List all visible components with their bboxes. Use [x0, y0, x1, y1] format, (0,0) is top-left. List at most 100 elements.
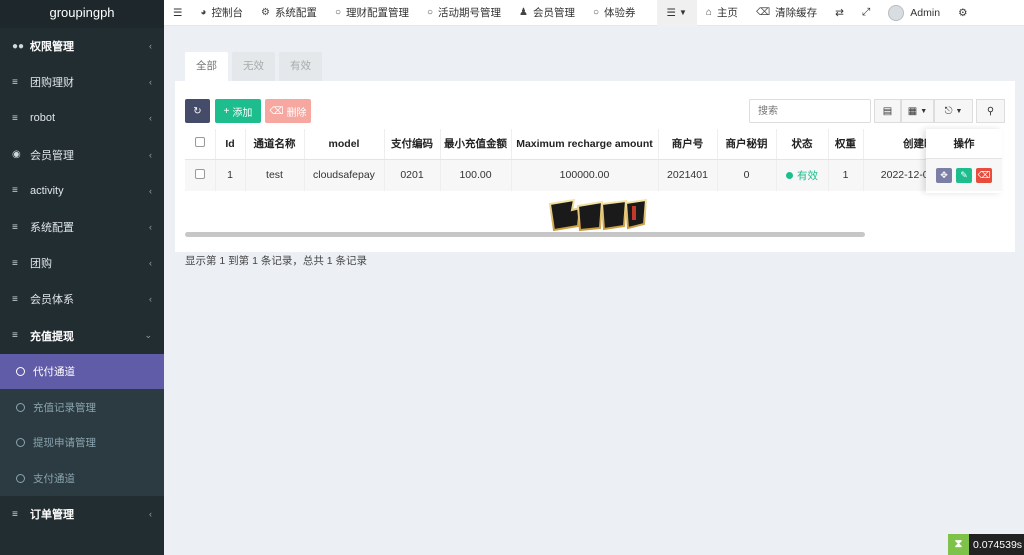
sidebar-item-orders[interactable]: ≡ 订单管理 ‹ [0, 496, 164, 532]
sidebar-toggle-button[interactable]: ☰ [164, 0, 191, 26]
clear-cache-button[interactable]: ⌫ 清除缓存 [747, 0, 826, 26]
delete-button-label: 删除 [286, 107, 307, 119]
debug-logo-icon: ⧗ [948, 534, 969, 555]
user-menu[interactable]: Admin [879, 0, 949, 26]
sidebar-subitem-label: 提现申请管理 [33, 437, 96, 450]
translate-button[interactable]: ⇄ [826, 0, 853, 26]
select-all-header[interactable] [185, 129, 216, 160]
sidebar-item-label: 会员体系 [30, 294, 74, 307]
cell-id: 1 [215, 159, 246, 191]
nav-tab-label: 体验券 [604, 7, 636, 19]
sidebar-subitem-recharge-records[interactable]: 充值记录管理 [0, 389, 164, 425]
search-input[interactable] [749, 99, 871, 123]
trash-icon: ⌫ [977, 169, 991, 180]
horizontal-scrollbar[interactable] [185, 232, 865, 237]
drag-button[interactable]: ✥ [936, 167, 952, 183]
cell-merchant-secret: 0 [717, 159, 777, 191]
refresh-button[interactable]: ↻ [185, 99, 210, 123]
tab-valid[interactable]: 有效 [279, 52, 322, 81]
circle-icon [16, 438, 25, 448]
edit-button[interactable]: ✎ [956, 167, 972, 183]
row-checkbox[interactable] [194, 168, 205, 179]
status-badge: 有效 [797, 169, 818, 182]
chevron-left-icon: ‹ [149, 113, 152, 124]
nav-tab-dashboard[interactable]: ◕ 控制台 [191, 0, 252, 26]
sidebar-subitem-label: 代付通道 [33, 365, 75, 378]
fullscreen-button[interactable]: ⤢ [853, 0, 879, 26]
nav-tab-label: 控制台 [211, 7, 243, 19]
sidebar-item-label: 会员管理 [30, 149, 74, 162]
home-link[interactable]: ⌂ 主页 [697, 0, 747, 26]
list-icon: ≡ [12, 508, 18, 520]
cell-status[interactable]: 有效 [776, 159, 829, 191]
nav-tab-system-config[interactable]: ⚙ 系统配置 [252, 0, 326, 26]
chevron-left-icon: ‹ [149, 185, 152, 196]
export-dropdown-button[interactable]: ⎋ ▼ [934, 99, 973, 123]
toggle-view-button[interactable]: ▤ [874, 99, 901, 123]
search-button[interactable]: ⚲ [976, 99, 1005, 123]
sidebar-subitem-withdraw-requests[interactable]: 提现申请管理 [0, 425, 164, 461]
column-header[interactable]: 商户秘钥 [717, 129, 777, 160]
column-header[interactable]: 支付编码 [384, 129, 441, 160]
column-header[interactable]: Maximum recharge amount [511, 129, 659, 160]
sidebar-subitem-payment-channel[interactable]: 支付通道 [0, 460, 164, 496]
sidebar-item-recharge-withdraw[interactable]: ≡ 充值提现 ⌄ [0, 318, 164, 354]
columns-dropdown-button[interactable]: ▦ ▼ [901, 99, 934, 123]
column-header[interactable]: 最小充值金额 [440, 129, 512, 160]
sidebar-item-robot[interactable]: ≡ robot ‹ [0, 100, 164, 136]
circle-icon: ○ [334, 7, 341, 18]
cell-merchant-no: 2021401 [658, 159, 718, 191]
sidebar-subitem-label: 支付通道 [33, 472, 75, 485]
list-icon: ≡ [12, 257, 18, 269]
brand-logo[interactable]: groupingph [0, 0, 164, 28]
chevron-left-icon: ‹ [149, 77, 152, 88]
select-all-checkbox[interactable] [194, 137, 205, 148]
column-header[interactable]: model [304, 129, 385, 160]
tab-all[interactable]: 全部 [185, 52, 228, 81]
sidebar-item-system-config[interactable]: ≡ 系统配置 ‹ [0, 209, 164, 245]
sidebar-item-group-finance[interactable]: ≡ 团购理财 ‹ [0, 64, 164, 100]
delete-button[interactable]: ⌫ 删除 [265, 99, 311, 123]
avatar [888, 4, 905, 21]
sidebar-item-permissions[interactable]: ●● 权限管理 ‹ [0, 28, 164, 64]
watermark-logo [548, 198, 648, 232]
tab-invalid[interactable]: 无效 [232, 52, 275, 81]
refresh-icon: ↻ [193, 105, 202, 117]
translate-icon: ⇄ [835, 6, 844, 19]
row-delete-button[interactable]: ⌫ [976, 167, 992, 183]
row-select-cell[interactable] [185, 159, 216, 191]
user-name: Admin [910, 6, 941, 19]
status-dot [786, 172, 793, 180]
load-timer: ⧗ 0.074539s [948, 534, 1024, 555]
column-header-operations: 操作 [926, 129, 1002, 159]
column-header[interactable]: 权重 [828, 129, 864, 160]
nav-tab-activity-periods[interactable]: ○ 活动期号管理 [418, 0, 510, 26]
expand-icon: ⤢ [861, 6, 871, 18]
nav-tab-label: 系统配置 [274, 7, 317, 19]
gears-icon: ⚙ [958, 6, 968, 19]
table-row: 1 test cloudsafepay 0201 100.00 100000.0… [185, 159, 938, 191]
column-header[interactable]: Id [215, 129, 246, 160]
column-header[interactable]: 商户号 [658, 129, 718, 160]
sidebar-item-members[interactable]: ◉ 会员管理 ‹ [0, 137, 164, 173]
nav-tab-vouchers[interactable]: ○ 体验券 [584, 0, 645, 26]
list-icon: ≡ [12, 293, 18, 305]
sidebar-subitem-payout-channel[interactable]: 代付通道 [0, 353, 164, 390]
column-header[interactable]: 通道名称 [245, 129, 305, 160]
add-button[interactable]: + 添加 [215, 99, 261, 123]
chevron-left-icon: ‹ [149, 509, 152, 520]
sidebar-item-group-buy[interactable]: ≡ 团购 ‹ [0, 245, 164, 281]
chevron-left-icon: ‹ [149, 149, 152, 160]
user-icon: ♟ [519, 7, 528, 18]
column-header[interactable]: 状态 [776, 129, 829, 160]
settings-button[interactable]: ⚙ [949, 0, 976, 26]
sidebar-item-member-system[interactable]: ≡ 会员体系 ‹ [0, 281, 164, 317]
status-tabs: 全部 无效 有效 [185, 52, 326, 81]
sidebar-item-label: 团购理财 [30, 77, 74, 90]
nav-tab-finance-config[interactable]: ○ 理财配置管理 [326, 0, 418, 26]
cell-max-amount: 100000.00 [511, 159, 659, 191]
nav-tab-members[interactable]: ♟ 会员管理 [510, 0, 584, 26]
sidebar-item-activity[interactable]: ≡ activity ‹ [0, 173, 164, 209]
sidebar-item-label: 权限管理 [30, 41, 74, 54]
nav-tabs-dropdown[interactable]: ☰ ▼ [656, 0, 697, 26]
